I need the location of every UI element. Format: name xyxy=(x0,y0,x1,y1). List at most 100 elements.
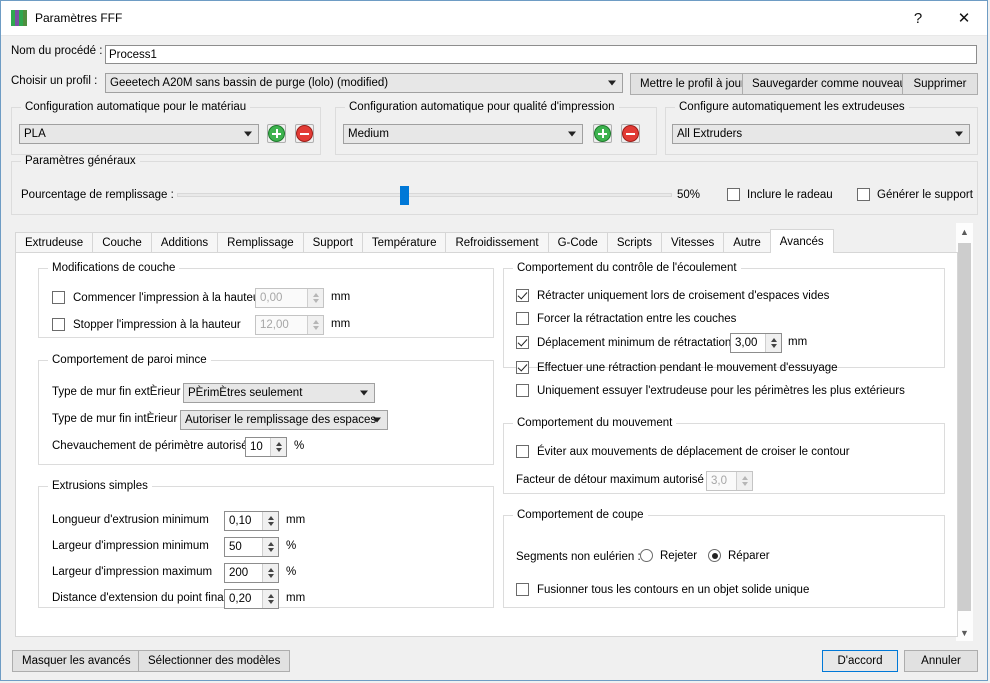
material-select-value: PLA xyxy=(24,128,46,140)
retract-crossing-row[interactable]: Rétracter uniquement lors de croisement … xyxy=(516,289,829,302)
tab-scripts[interactable]: Scripts xyxy=(606,232,662,253)
avoid-crossing-row[interactable]: Éviter aux mouvements de déplacement de … xyxy=(516,445,850,458)
exterior-thin-wall-select[interactable]: PÈrimÈtres seulement xyxy=(183,383,375,403)
extrusion-row-unit: mm xyxy=(286,514,306,526)
stepper-arrows-icon[interactable] xyxy=(262,590,278,608)
repair-radio-row[interactable]: Réparer xyxy=(708,549,770,562)
title-bar: Paramètres FFF ? ✕ xyxy=(1,1,987,36)
interior-thin-wall-select[interactable]: Autoriser le remplissage des espaces xyxy=(180,410,388,430)
tab-remplissage[interactable]: Remplissage xyxy=(217,232,304,253)
plus-circle-icon xyxy=(594,125,611,142)
scroll-up-icon[interactable]: ▲ xyxy=(956,223,973,240)
material-add-button[interactable] xyxy=(267,124,286,143)
stop-height-value: 12,00 xyxy=(260,319,289,331)
quality-remove-button[interactable] xyxy=(621,124,640,143)
chevron-down-icon xyxy=(608,80,616,86)
raft-checkbox-row[interactable]: Inclure le radeau xyxy=(727,188,833,201)
start-height-value: 0,00 xyxy=(260,292,283,304)
update-profile-button[interactable]: Mettre le profil à jour xyxy=(630,73,755,95)
retract-during-wipe-checkbox[interactable] xyxy=(516,361,529,374)
infill-slider[interactable] xyxy=(177,186,672,205)
wipe-outer-perimeters-row[interactable]: Uniquement essuyer l'extrudeuse pour les… xyxy=(516,384,905,397)
delete-profile-button[interactable]: Supprimer xyxy=(902,73,978,95)
tab-support[interactable]: Support xyxy=(302,232,363,253)
perimeter-overlap-unit: % xyxy=(294,440,305,452)
interior-thin-wall-value: Autoriser le remplissage des espaces xyxy=(185,414,377,426)
stop-height-stepper[interactable]: 12,00 xyxy=(255,315,324,335)
extruders-select[interactable]: All Extruders xyxy=(672,124,970,144)
stepper-arrows-icon[interactable] xyxy=(765,334,781,352)
material-select[interactable]: PLA xyxy=(19,124,259,144)
stepper-arrows-icon[interactable] xyxy=(736,472,752,490)
scroll-down-icon[interactable]: ▼ xyxy=(956,624,973,641)
tab-additions[interactable]: Additions xyxy=(150,232,219,253)
stop-height-row[interactable]: Stopper l'impression à la hauteur xyxy=(52,318,241,331)
save-as-new-button[interactable]: Sauvegarder comme nouveau xyxy=(742,73,917,95)
stepper-arrows-icon[interactable] xyxy=(262,564,278,582)
stepper-arrows-icon[interactable] xyxy=(262,512,278,530)
tab-refroidissement[interactable]: Refroidissement xyxy=(445,232,549,253)
merge-outlines-row[interactable]: Fusionner tous les contours en un objet … xyxy=(516,583,809,596)
tab-autre[interactable]: Autre xyxy=(723,232,771,253)
extrusion-row-label: Largeur d'impression minimum xyxy=(52,540,209,552)
start-height-stepper[interactable]: 0,00 xyxy=(255,288,324,308)
retract-during-wipe-row[interactable]: Effectuer une rétraction pendant le mouv… xyxy=(516,361,838,374)
min-travel-retract-row[interactable]: Déplacement minimum de rétractation xyxy=(516,336,731,349)
reject-radio[interactable] xyxy=(640,549,653,562)
extrusion-row-stepper[interactable]: 0,20 xyxy=(224,589,279,609)
settings-tab-strip[interactable]: Extrudeuse Couche Additions Remplissage Supp… xyxy=(15,229,834,253)
help-icon[interactable]: ? xyxy=(895,1,941,35)
quality-add-button[interactable] xyxy=(593,124,612,143)
select-models-button[interactable]: Sélectionner des modèles xyxy=(138,650,291,672)
app-logo-icon xyxy=(11,10,27,26)
start-height-checkbox[interactable] xyxy=(52,291,65,304)
extrusion-row-stepper[interactable]: 200 xyxy=(224,563,279,583)
tab-temp-rature[interactable]: Température xyxy=(361,232,447,253)
stop-height-label: Stopper l'impression à la hauteur xyxy=(73,318,241,331)
repair-label: Réparer xyxy=(728,549,770,562)
quality-select[interactable]: Medium xyxy=(343,124,583,144)
ok-button[interactable]: D'accord xyxy=(822,650,898,672)
profile-select[interactable]: Geeetech A20M sans bassin de purge (lolo… xyxy=(105,73,623,93)
avoid-crossing-checkbox[interactable] xyxy=(516,445,529,458)
perimeter-overlap-stepper[interactable]: 10 xyxy=(245,437,287,457)
stepper-arrows-icon[interactable] xyxy=(307,289,323,307)
infill-slider-thumb[interactable] xyxy=(399,186,409,205)
process-name-input[interactable]: Process1 xyxy=(105,45,977,64)
detour-factor-stepper[interactable]: 3,0 xyxy=(706,471,753,491)
repair-radio[interactable] xyxy=(708,549,721,562)
scrollbar-thumb[interactable] xyxy=(958,243,971,611)
support-checkbox[interactable] xyxy=(857,188,870,201)
raft-checkbox[interactable] xyxy=(727,188,740,201)
plus-circle-icon xyxy=(268,125,285,142)
extrusion-row-value: 0,10 xyxy=(229,515,252,527)
tab-extrudeuse[interactable]: Extrudeuse xyxy=(15,232,94,253)
tab-vitesses[interactable]: Vitesses xyxy=(661,232,725,253)
chevron-down-icon xyxy=(360,390,368,396)
support-checkbox-row[interactable]: Générer le support xyxy=(857,188,973,201)
stepper-arrows-icon[interactable] xyxy=(262,538,278,556)
hide-advanced-button[interactable]: Masquer les avancés xyxy=(12,650,141,672)
stepper-arrows-icon[interactable] xyxy=(270,438,286,456)
merge-outlines-checkbox[interactable] xyxy=(516,583,529,596)
close-icon[interactable]: ✕ xyxy=(941,1,987,35)
reject-radio-row[interactable]: Rejeter xyxy=(640,549,697,562)
wipe-outer-perimeters-checkbox[interactable] xyxy=(516,384,529,397)
stepper-arrows-icon[interactable] xyxy=(307,316,323,334)
flow-control-title: Comportement du contrôle de l'écoulement xyxy=(513,262,741,274)
tab-avanc-s[interactable]: Avancés xyxy=(769,229,834,253)
start-height-row[interactable]: Commencer l'impression à la hauteur xyxy=(52,291,263,304)
min-travel-retract-checkbox[interactable] xyxy=(516,336,529,349)
min-travel-retract-stepper[interactable]: 3,00 xyxy=(730,333,782,353)
start-height-unit: mm xyxy=(331,291,351,303)
extrusion-row-stepper[interactable]: 0,10 xyxy=(224,511,279,531)
force-retract-row[interactable]: Forcer la rétractation entre les couches xyxy=(516,312,736,325)
tab-couche[interactable]: Couche xyxy=(92,232,152,253)
retract-crossing-checkbox[interactable] xyxy=(516,289,529,302)
tab-g-code[interactable]: G-Code xyxy=(547,232,608,253)
stop-height-checkbox[interactable] xyxy=(52,318,65,331)
material-remove-button[interactable] xyxy=(295,124,314,143)
extrusion-row-stepper[interactable]: 50 xyxy=(224,537,279,557)
cancel-button[interactable]: Annuler xyxy=(904,650,978,672)
force-retract-checkbox[interactable] xyxy=(516,312,529,325)
